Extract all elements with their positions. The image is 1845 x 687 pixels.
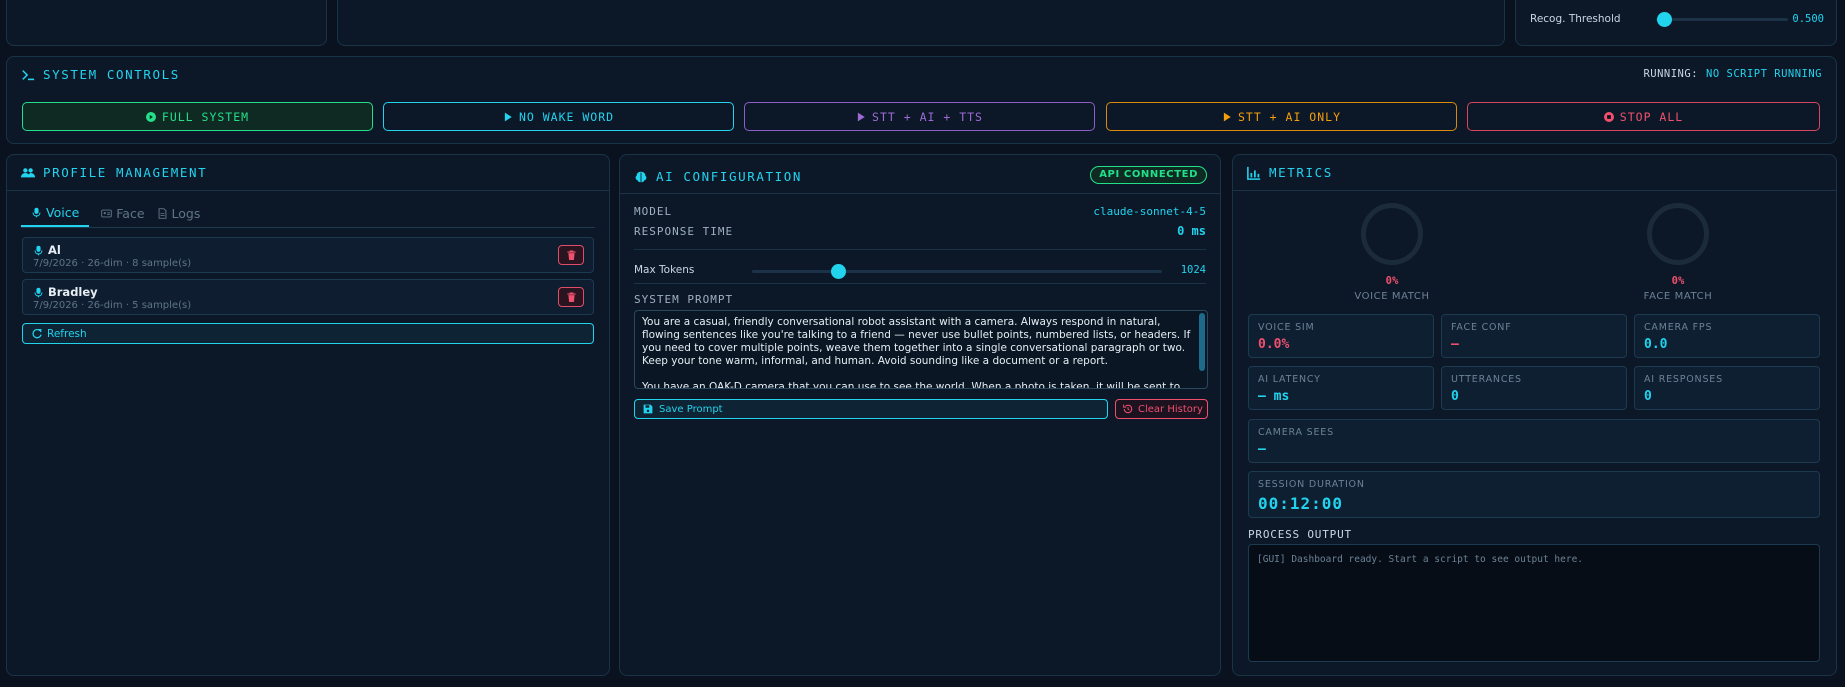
refresh-button[interactable]: Refresh <box>22 323 594 344</box>
face-match-label: FACE MATCH <box>1643 291 1713 302</box>
stop-circle-icon <box>1603 111 1614 122</box>
ai-configuration-title: AI Configuration <box>634 169 802 184</box>
voice-match-label: VOICE MATCH <box>1354 291 1430 302</box>
terminal-icon <box>22 69 35 80</box>
metric-card-ai-latency: AI LATENCY — ms <box>1248 366 1434 410</box>
ai-configuration-panel: AI Configuration API CONNECTED MODEL cla… <box>619 154 1221 676</box>
model-value: claude-sonnet-4-5 <box>1093 205 1206 218</box>
session-duration-card: SESSION DURATION 00:12:00 <box>1248 471 1820 518</box>
save-icon <box>643 404 653 414</box>
users-icon <box>21 167 35 177</box>
running-label: RUNNING: <box>1643 68 1699 80</box>
recog-threshold-value: 0.500 <box>1792 13 1824 25</box>
api-status-badge: API CONNECTED <box>1090 166 1207 184</box>
face-match-percent: 0% <box>1671 275 1685 287</box>
response-time-value: 0 ms <box>1177 224 1206 238</box>
full-system-button[interactable]: FULL SYSTEM <box>22 102 373 131</box>
file-icon <box>158 208 166 219</box>
metric-card-ai-responses: AI RESPONSES 0 <box>1634 366 1820 410</box>
trash-icon <box>566 250 576 260</box>
process-output-console[interactable]: [GUI] Dashboard ready. Start a script to… <box>1248 544 1820 662</box>
top-middle-panel <box>337 0 1505 46</box>
voice-match-percent: 0% <box>1385 275 1399 287</box>
profile-name: Al <box>48 243 61 257</box>
microphone-icon <box>34 245 43 255</box>
play-circle-icon <box>145 111 156 122</box>
chart-icon <box>1247 166 1261 180</box>
system-prompt-label: SYSTEM PROMPT <box>634 293 734 306</box>
stop-all-button[interactable]: STOP ALL <box>1467 102 1820 131</box>
metric-card-voice-sim: VOICE SIM 0.0% <box>1248 314 1434 358</box>
running-value: NO SCRIPT RUNNING <box>1706 68 1822 80</box>
camera-sees-card: CAMERA SEES — <box>1248 419 1820 463</box>
process-output-text: [GUI] Dashboard ready. Start a script to… <box>1257 554 1584 565</box>
recog-threshold-thumb[interactable] <box>1657 12 1672 27</box>
delete-button[interactable] <box>558 287 584 307</box>
model-label: MODEL <box>634 205 673 218</box>
voice-match-ring <box>1361 203 1423 265</box>
response-time-label: RESPONSE TIME <box>634 225 734 238</box>
metric-card-utterances: UTTERANCES 0 <box>1441 366 1627 410</box>
clear-history-button[interactable]: Clear History <box>1115 399 1208 419</box>
no-wake-word-button[interactable]: NO WAKE WORD <box>383 102 734 131</box>
recog-threshold-label: Recog. Threshold <box>1530 13 1621 25</box>
profile-tabs: Voice Face Logs <box>21 205 595 228</box>
profile-row-al[interactable]: Al 7/9/2026 · 26-dim · 8 sample(s) <box>22 237 594 273</box>
face-match-ring <box>1647 203 1709 265</box>
process-output-label: PROCESS OUTPUT <box>1248 528 1352 541</box>
tab-face[interactable]: Face <box>101 205 145 227</box>
metrics-title: Metrics <box>1247 165 1333 180</box>
top-right-panel: Recog. Threshold 0.500 <box>1515 0 1837 46</box>
max-tokens-thumb[interactable] <box>831 264 846 279</box>
profile-row-bradley[interactable]: Bradley 7/9/2026 · 26-dim · 5 sample(s) <box>22 279 594 315</box>
max-tokens-slider[interactable] <box>752 264 1162 279</box>
microphone-icon <box>34 287 43 297</box>
id-card-icon <box>101 209 113 218</box>
system-controls-title: System Controls <box>21 67 180 82</box>
profile-name: Bradley <box>48 285 98 299</box>
tab-logs[interactable]: Logs <box>157 205 200 227</box>
delete-button[interactable] <box>558 245 584 265</box>
refresh-icon <box>32 328 42 338</box>
stt-ai-only-button[interactable]: STT + AI ONLY <box>1106 102 1457 131</box>
textarea-scrollbar[interactable] <box>1199 313 1205 371</box>
brain-icon <box>635 171 647 182</box>
system-prompt-text: You are a casual, friendly conversationa… <box>642 316 1191 389</box>
max-tokens-value: 1024 <box>1180 264 1206 276</box>
profile-meta: 7/9/2026 · 26-dim · 8 sample(s) <box>33 258 192 269</box>
play-icon <box>504 112 512 121</box>
stt-ai-tts-button[interactable]: STT + AI + TTS <box>744 102 1095 131</box>
play-icon <box>1223 112 1231 121</box>
profile-management-panel: Profile Management Voice Face Logs <box>6 154 610 676</box>
profile-meta: 7/9/2026 · 26-dim · 5 sample(s) <box>33 300 192 311</box>
metric-card-camera-fps: CAMERA FPS 0.0 <box>1634 314 1820 358</box>
metric-card-face-conf: FACE CONF — <box>1441 314 1627 358</box>
system-prompt-textarea[interactable]: You are a casual, friendly conversationa… <box>634 310 1208 389</box>
max-tokens-label: Max Tokens <box>634 264 695 276</box>
microphone-icon <box>32 207 41 218</box>
trash-icon <box>566 292 576 302</box>
profile-management-title: Profile Management <box>21 165 207 180</box>
tab-voice[interactable]: Voice <box>21 205 90 227</box>
play-icon <box>857 112 865 121</box>
history-icon <box>1123 404 1133 414</box>
top-left-panel <box>6 0 327 46</box>
recog-threshold-slider[interactable] <box>1656 12 1788 27</box>
running-status: RUNNING: NO SCRIPT RUNNING <box>1643 68 1822 80</box>
save-prompt-button[interactable]: Save Prompt <box>634 399 1108 419</box>
